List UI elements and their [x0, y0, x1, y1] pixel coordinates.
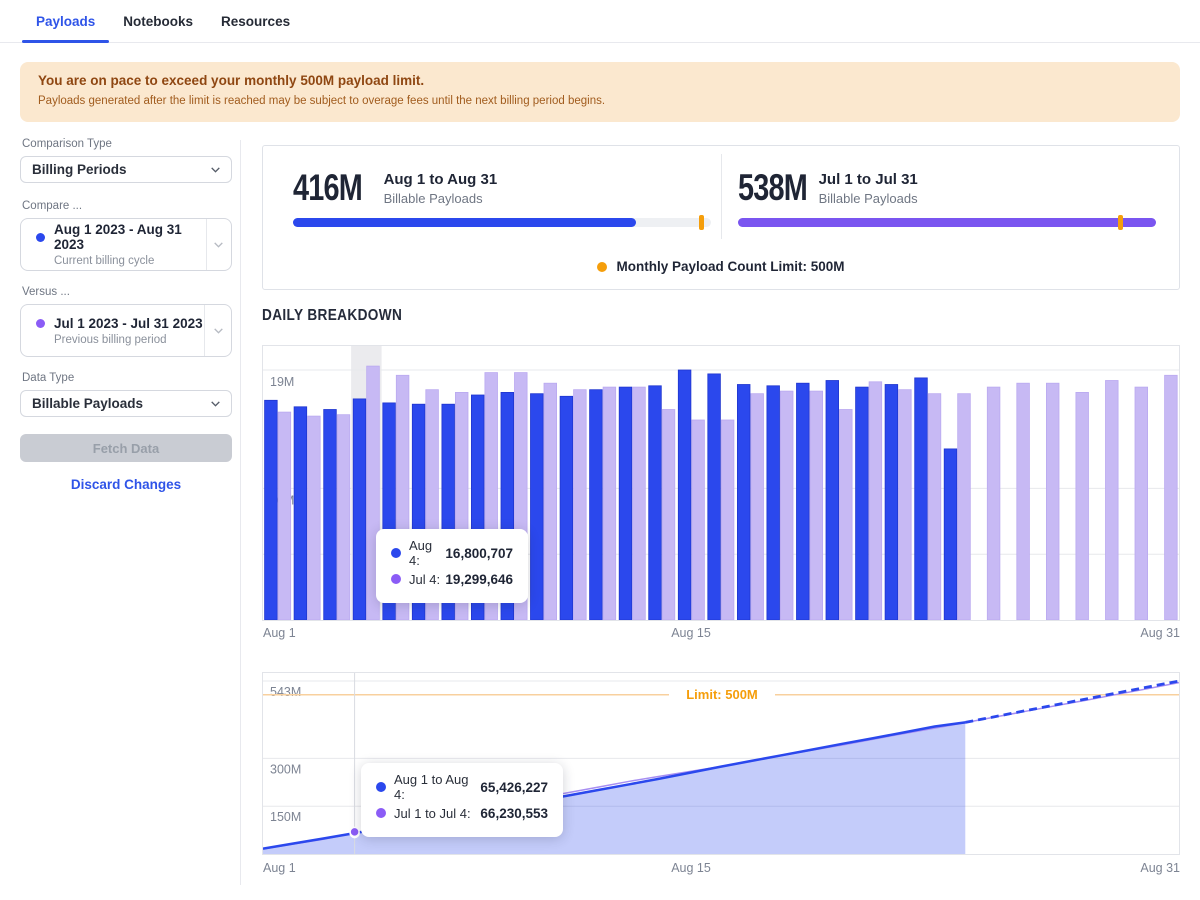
previous-period-dot-icon — [36, 319, 45, 328]
compare-period-select[interactable]: Aug 1 2023 - Aug 31 2023 Current billing… — [20, 218, 232, 271]
compare-period-value: Aug 1 2023 - Aug 31 2023 — [54, 222, 206, 252]
limit-marker-icon — [1118, 215, 1123, 230]
cumulative-usage-chart[interactable]: 543M 300M 150M Limit: 500M Aug 1 to Aug 4: … — [262, 672, 1180, 855]
previous-progress-track — [738, 218, 1156, 227]
cumulative-tooltip: Aug 1 to Aug 4: 65,426,227 Jul 1 to Jul … — [361, 763, 563, 837]
fetch-data-button[interactable]: Fetch Data — [20, 434, 232, 462]
chevron-down-icon — [209, 163, 222, 176]
warning-subtitle: Payloads generated after the limit is re… — [38, 95, 1162, 107]
stats-divider — [721, 154, 722, 239]
versus-period-value: Jul 1 2023 - Jul 31 2023 — [54, 316, 203, 331]
previous-progress-fill — [738, 218, 1156, 227]
current-progress-fill — [293, 218, 636, 227]
top-tab-bar: Payloads Notebooks Resources — [0, 0, 1200, 43]
chevron-down-icon — [209, 397, 222, 410]
aug-series-dot-icon — [391, 548, 401, 558]
comparison-type-label: Comparison Type — [22, 138, 232, 150]
discard-changes-link[interactable]: Discard Changes — [20, 477, 232, 492]
current-range: Aug 1 to Aug 31 — [384, 171, 498, 188]
compare-period-sub: Current billing cycle — [54, 255, 206, 267]
versus-label: Versus ... — [22, 286, 232, 298]
chevron-down-icon — [212, 238, 225, 251]
current-total: 416M — [293, 170, 362, 206]
bar-chart-x-axis: Aug 1 Aug 15 Aug 31 — [262, 626, 1180, 642]
jul-series-dot-icon — [391, 574, 401, 584]
limit-legend: Monthly Payload Count Limit: 500M — [263, 259, 1179, 274]
daily-tooltip: Aug 4: 16,800,707 Jul 4: 19,299,646 — [376, 529, 528, 603]
chevron-down-icon — [212, 324, 225, 337]
svg-text:Limit: 500M: Limit: 500M — [686, 687, 758, 702]
data-type-label: Data Type — [22, 372, 232, 384]
data-type-select[interactable]: Billable Payloads — [20, 390, 232, 417]
previous-range: Jul 1 to Jul 31 — [819, 171, 918, 188]
jul-series-dot-icon — [376, 808, 386, 818]
compare-label: Compare ... — [22, 200, 232, 212]
svg-text:19M: 19M — [270, 375, 294, 389]
svg-text:543M: 543M — [270, 685, 301, 699]
versus-period-select[interactable]: Jul 1 2023 - Jul 31 2023 Previous billin… — [20, 304, 232, 357]
billing-summary-panel: 416M Aug 1 to Aug 31 Billable Payloads 5… — [262, 145, 1180, 290]
comparison-sidebar: Comparison Type Billing Periods Compare … — [20, 138, 232, 492]
comparison-type-select[interactable]: Billing Periods — [20, 156, 232, 183]
warning-title: You are on pace to exceed your monthly 5… — [38, 73, 1162, 88]
current-progress-track — [293, 218, 711, 227]
previous-metric-label: Billable Payloads — [819, 191, 918, 206]
limit-legend-text: Monthly Payload Count Limit: 500M — [616, 259, 844, 274]
line-chart-x-axis: Aug 1 Aug 15 Aug 31 — [262, 861, 1180, 877]
limit-warning-banner: You are on pace to exceed your monthly 5… — [20, 62, 1180, 122]
current-metric-label: Billable Payloads — [384, 191, 498, 206]
current-period-dot-icon — [36, 233, 45, 242]
versus-period-sub: Previous billing period — [54, 334, 203, 346]
limit-dot-icon — [597, 262, 607, 272]
previous-period-stat: 538M Jul 1 to Jul 31 Billable Payloads — [738, 170, 1178, 206]
current-period-stat: 416M Aug 1 to Aug 31 Billable Payloads — [293, 170, 733, 206]
tab-payloads[interactable]: Payloads — [22, 0, 109, 42]
aug-series-dot-icon — [376, 782, 386, 792]
svg-text:300M: 300M — [270, 762, 301, 776]
svg-text:150M: 150M — [270, 810, 301, 824]
limit-marker-icon — [699, 215, 704, 230]
daily-breakdown-heading: DAILY BREAKDOWN — [262, 307, 402, 325]
daily-breakdown-bar-chart[interactable]: 19M10M5M Aug 4: 16,800,707 Jul 4: 19,299… — [262, 345, 1180, 621]
previous-total: 538M — [738, 170, 807, 206]
tab-notebooks[interactable]: Notebooks — [109, 0, 207, 42]
sidebar-divider — [240, 140, 241, 885]
tab-resources[interactable]: Resources — [207, 0, 304, 42]
